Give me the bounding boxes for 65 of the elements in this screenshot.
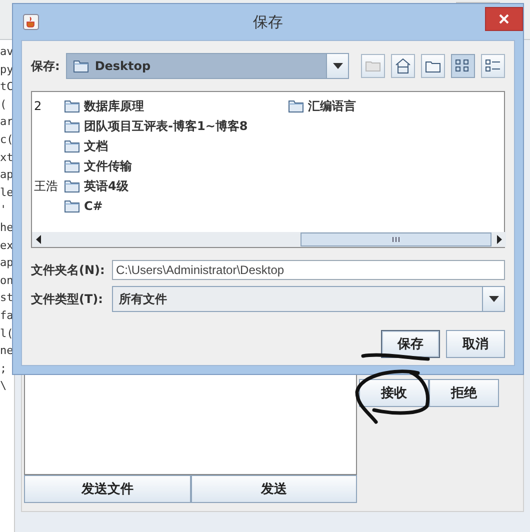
caret-icon <box>488 296 498 302</box>
cancel-button[interactable]: 取消 <box>446 330 505 358</box>
dropdown-arrow-button[interactable] <box>482 287 504 311</box>
code-line: tC <box>0 79 14 96</box>
code-line: le <box>0 184 14 201</box>
folder-icon <box>64 159 80 173</box>
send-file-button[interactable]: 发送文件 <box>24 475 190 503</box>
folder-icon <box>64 199 80 213</box>
code-line: ( <box>0 96 8 113</box>
toolbar-button[interactable] <box>451 54 475 78</box>
code-line: st <box>0 290 14 306</box>
code-line: xt <box>0 150 14 166</box>
reject-button[interactable]: 拒绝 <box>429 379 499 407</box>
folder-item[interactable]: C# <box>64 199 103 213</box>
dialog-title: 保存 <box>253 12 283 32</box>
file-name-fragment: 王浩 <box>34 178 58 192</box>
code-line: av <box>0 44 14 60</box>
folder-icon <box>64 139 80 153</box>
list-view-icon <box>455 59 471 73</box>
folder-icon <box>64 119 80 133</box>
save-in-label: 保存: <box>31 58 60 74</box>
code-line: c( <box>0 132 14 148</box>
folder-icon <box>64 179 80 193</box>
code-line: he <box>0 220 14 236</box>
details-view-icon <box>485 59 501 73</box>
dropdown-arrow-button[interactable] <box>326 54 348 78</box>
close-button[interactable] <box>485 7 523 31</box>
code-line: l( <box>0 326 14 342</box>
code-line: ; <box>0 360 8 377</box>
send-button[interactable]: 发送 <box>190 475 357 503</box>
folder-icon <box>288 99 304 113</box>
code-line: ' <box>0 202 8 218</box>
code-line: ar <box>0 114 14 130</box>
file-type-label: 文件类型(T): <box>31 290 104 308</box>
caret-icon <box>332 63 342 69</box>
folder-icon <box>72 59 89 73</box>
code-line: ne <box>0 343 14 360</box>
folder-item[interactable]: 文件传输 <box>64 158 132 174</box>
close-icon <box>499 14 509 24</box>
folder-item[interactable]: 文档 <box>64 138 108 154</box>
folder-item[interactable]: 汇编语言 <box>288 98 356 114</box>
toolbar-button[interactable] <box>481 54 505 78</box>
folder-up-icon <box>365 60 381 72</box>
file-type-dropdown[interactable]: 所有文件 <box>112 286 505 312</box>
dropdown-value: 所有文件 <box>118 290 168 308</box>
folder-icon <box>64 99 80 113</box>
code-line: \ <box>0 378 8 394</box>
file-name-fragment: 2 <box>34 99 42 113</box>
folder-item[interactable]: 团队项目互评表-博客1~博客8 <box>64 118 248 134</box>
accept-button[interactable]: 接收 <box>359 379 429 407</box>
horizontal-scrollbar[interactable] <box>32 232 506 247</box>
toolbar-button[interactable] <box>421 54 445 78</box>
folder-dropdown[interactable]: Desktop <box>66 53 349 79</box>
dropdown-value: Desktop <box>94 59 151 73</box>
home-icon <box>395 58 411 74</box>
coffee-cup-icon <box>23 14 39 30</box>
toolbar-button[interactable] <box>391 54 415 78</box>
file-name-field[interactable]: C:\Users\Administrator\Desktop <box>112 260 505 280</box>
folder-item[interactable]: 英语4级 <box>64 178 128 194</box>
folder-item[interactable]: 数据库原理 <box>64 98 144 114</box>
file-name-label: 文件夹名(N): <box>31 262 106 278</box>
code-line: py <box>0 62 14 78</box>
folder-icon <box>425 60 441 72</box>
code-line: ex <box>0 238 14 254</box>
save-button[interactable]: 保存 <box>381 330 440 358</box>
